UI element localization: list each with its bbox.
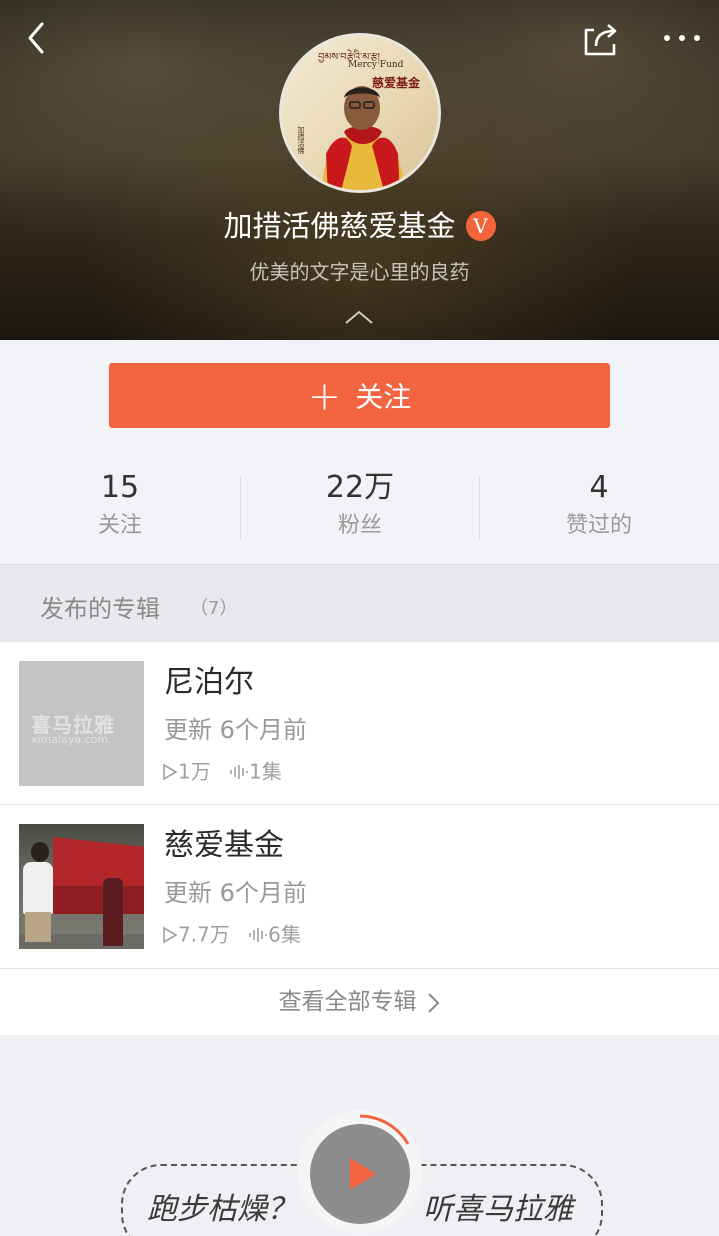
albums-section-title: 发布的专辑: [40, 595, 160, 623]
promo-right-text: 听喜马拉雅: [423, 1192, 573, 1227]
stat-value: 22万: [325, 470, 395, 505]
album-cover: 喜马拉雅 ximalaya.com: [19, 661, 144, 786]
episodes-icon: [249, 927, 267, 942]
profile-header: བྱམས་བརྩེའི་མ་རྩ། Mercy Fund 慈爱基金 加措活佛 加…: [0, 0, 719, 340]
album-plays: 1万: [178, 759, 211, 784]
album-meta: 1万 1集: [162, 756, 282, 786]
play-icon: [350, 1158, 376, 1190]
avatar-portrait: [322, 86, 404, 190]
chevron-right-icon: [427, 992, 439, 1013]
view-all-albums-link[interactable]: 查看全部专辑: [0, 968, 719, 1035]
album-episodes: 1集: [249, 759, 282, 784]
stat-value: 4: [589, 470, 609, 505]
album-updated: 更新 6个月前: [164, 879, 307, 907]
name-row: 加措活佛慈爱基金 V: [0, 203, 719, 253]
cover-person-legs: [25, 912, 51, 942]
promo-left-text: 跑步枯燥？: [147, 1192, 297, 1227]
back-icon: [28, 22, 44, 54]
album-plays: 7.7万: [178, 922, 230, 947]
collapse-chevron-icon: [345, 310, 373, 324]
episodes-icon: [230, 764, 248, 779]
cover-person: [23, 862, 53, 914]
album-episodes: 6集: [268, 922, 301, 947]
share-icon: [584, 24, 617, 56]
profile-bio: 优美的文字是心里的良药: [249, 260, 470, 284]
album-item[interactable]: 喜马拉雅 ximalaya.com 尼泊尔 更新 6个月前 1万 1集: [0, 642, 719, 805]
album-cover: [19, 824, 144, 949]
follow-button[interactable]: + 关注: [109, 363, 610, 428]
back-button[interactable]: [14, 14, 62, 62]
cover-person-head: [31, 842, 49, 862]
stat-following[interactable]: 15 关注: [0, 468, 240, 544]
follow-label: 关注: [355, 380, 412, 414]
stat-label: 粉丝: [337, 513, 382, 538]
play-count-icon: [163, 763, 178, 780]
view-all-label: 查看全部专辑: [278, 989, 417, 1015]
collapse-button[interactable]: [343, 308, 375, 326]
stat-label: 关注: [97, 513, 142, 538]
cover-monk: [103, 878, 123, 946]
plus-icon: +: [307, 373, 342, 420]
album-list: 喜马拉雅 ximalaya.com 尼泊尔 更新 6个月前 1万 1集 慈爱基金…: [0, 642, 719, 1035]
play-count-icon: [163, 926, 178, 943]
albums-section-header: 发布的专辑 （7）: [0, 564, 719, 642]
albums-count: （7）: [190, 598, 238, 619]
play-button[interactable]: [310, 1124, 410, 1224]
more-button[interactable]: [654, 14, 702, 62]
stat-label: 赞过的: [565, 513, 632, 538]
stat-fans[interactable]: 22万 粉丝: [240, 468, 480, 544]
profile-name: 加措活佛慈爱基金: [223, 209, 456, 243]
avatar[interactable]: བྱམས་བརྩེའི་མ་རྩ། Mercy Fund 慈爱基金 加措活佛: [279, 33, 441, 193]
more-icon: [664, 35, 700, 41]
album-meta: 7.7万 6集: [162, 919, 301, 949]
follow-panel: + 关注 15 关注 22万 粉丝 4 赞过的: [0, 340, 719, 564]
cover-truck-body: [49, 886, 144, 914]
cover-watermark-url: ximalaya.com: [31, 733, 109, 746]
album-item[interactable]: 慈爱基金 更新 6个月前 7.7万 6集: [0, 805, 719, 968]
share-button[interactable]: [576, 14, 624, 62]
verified-badge: V: [465, 211, 496, 241]
album-title: 尼泊尔: [164, 665, 254, 700]
stat-value: 15: [100, 470, 140, 505]
album-title: 慈爱基金: [164, 828, 284, 863]
album-updated: 更新 6个月前: [164, 716, 307, 744]
stat-liked[interactable]: 4 赞过的: [479, 468, 719, 544]
